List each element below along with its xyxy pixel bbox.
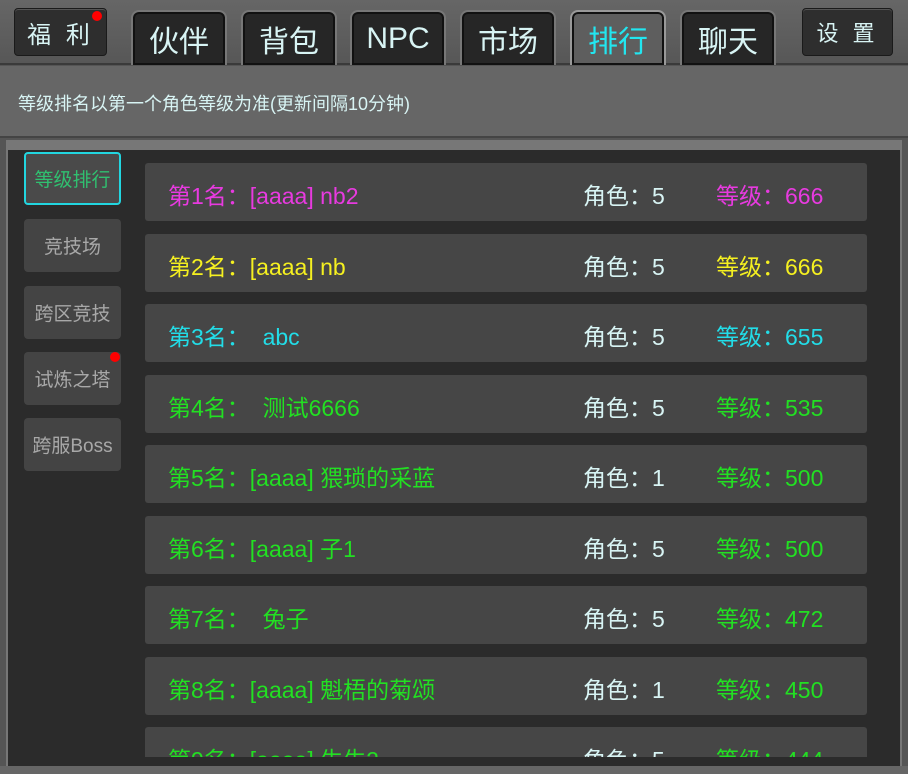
notice-text: 等级排名以第一个角色等级为准(更新间隔10分钟) (0, 66, 908, 138)
category-cross-arena[interactable]: 跨区竞技 (24, 286, 121, 339)
ranking-row[interactable]: 第2名：[aaaa] nb 角色：5 等级：666 (145, 233, 867, 292)
ranking-row[interactable]: 第3名： abc 角色：5 等级：655 (145, 304, 867, 362)
tab-market[interactable]: 市场 (460, 10, 556, 65)
tab-npc[interactable]: NPC (350, 10, 446, 65)
role-count: 角色：5 (583, 183, 665, 209)
player-level: 等级：444 (716, 741, 823, 757)
top-bar: 福 利 伙伴 背包 NPC 市场 排行 聊天 设 置 (0, 0, 908, 65)
tab-bag[interactable]: 背包 (241, 10, 337, 65)
ranking-row[interactable]: 第5名：[aaaa] 猥琐的采蓝 角色：1 等级：500 (145, 445, 867, 503)
welfare-button[interactable]: 福 利 (14, 8, 107, 56)
tab-ranking[interactable]: 排行 (570, 10, 666, 65)
player-level: 等级：666 (716, 183, 824, 209)
player-name: 第3名： abc (168, 324, 300, 350)
role-count: 角色：1 (583, 465, 665, 491)
ranking-list[interactable]: 第1名：[aaaa] nb2 角色：5 等级：666 第2名：[aaaa] nb 角色：… (145, 163, 867, 757)
category-level-ranking[interactable]: 等级排行 (24, 152, 121, 205)
player-level: 等级：666 (716, 253, 824, 280)
notification-dot (92, 11, 102, 21)
player-name: 第2名：[aaaa] nb (168, 253, 346, 280)
player-level: 等级：500 (716, 465, 824, 491)
ranking-row[interactable]: 第9名：[aaaa] 生生2 角色：5 等级：444 (145, 727, 867, 757)
notification-dot (110, 352, 120, 362)
player-level: 等级：535 (716, 394, 824, 421)
category-trial-tower[interactable]: 试炼之塔 (24, 352, 121, 405)
player-level: 等级：450 (716, 676, 824, 703)
role-count: 角色：1 (583, 676, 665, 703)
role-count: 角色：5 (583, 394, 665, 421)
player-name: 第4名： 测试6666 (168, 394, 360, 421)
player-level: 等级：655 (716, 324, 824, 350)
bottom-border (0, 766, 908, 774)
ranking-row[interactable]: 第6名：[aaaa] 子1 角色：5 等级：500 (145, 515, 867, 574)
player-name: 第9名：[aaaa] 生生2 (168, 741, 379, 757)
category-cross-server-boss[interactable]: 跨服Boss (24, 418, 121, 471)
category-arena[interactable]: 竞技场 (24, 219, 121, 272)
role-count: 角色：5 (583, 324, 665, 350)
tab-chat[interactable]: 聊天 (680, 10, 776, 65)
settings-button[interactable]: 设 置 (802, 8, 893, 56)
player-name: 第1名：[aaaa] nb2 (168, 183, 359, 209)
player-name: 第7名： 兔子 (168, 606, 309, 632)
player-name: 第6名：[aaaa] 子1 (168, 535, 356, 562)
ranking-row[interactable]: 第1名：[aaaa] nb2 角色：5 等级：666 (145, 163, 867, 221)
welfare-label: 福 利 (27, 21, 94, 49)
ranking-row[interactable]: 第8名：[aaaa] 魁梧的菊颂 角色：1 等级：450 (145, 656, 867, 715)
player-name: 第8名：[aaaa] 魁梧的菊颂 (168, 676, 436, 703)
ranking-row[interactable]: 第7名： 兔子 角色：5 等级：472 (145, 586, 867, 644)
player-level: 等级：500 (716, 535, 824, 562)
role-count: 角色：5 (583, 535, 665, 562)
ranking-row[interactable]: 第4名： 测试6666 角色：5 等级：535 (145, 374, 867, 433)
role-count: 角色：5 (583, 253, 665, 280)
role-count: 角色：5 (583, 741, 665, 757)
player-name: 第5名：[aaaa] 猥琐的采蓝 (168, 465, 436, 491)
role-count: 角色：5 (583, 606, 665, 632)
tab-partner[interactable]: 伙伴 (131, 10, 227, 65)
player-level: 等级：472 (716, 606, 824, 632)
trial-tower-label: 试炼之塔 (34, 370, 111, 391)
